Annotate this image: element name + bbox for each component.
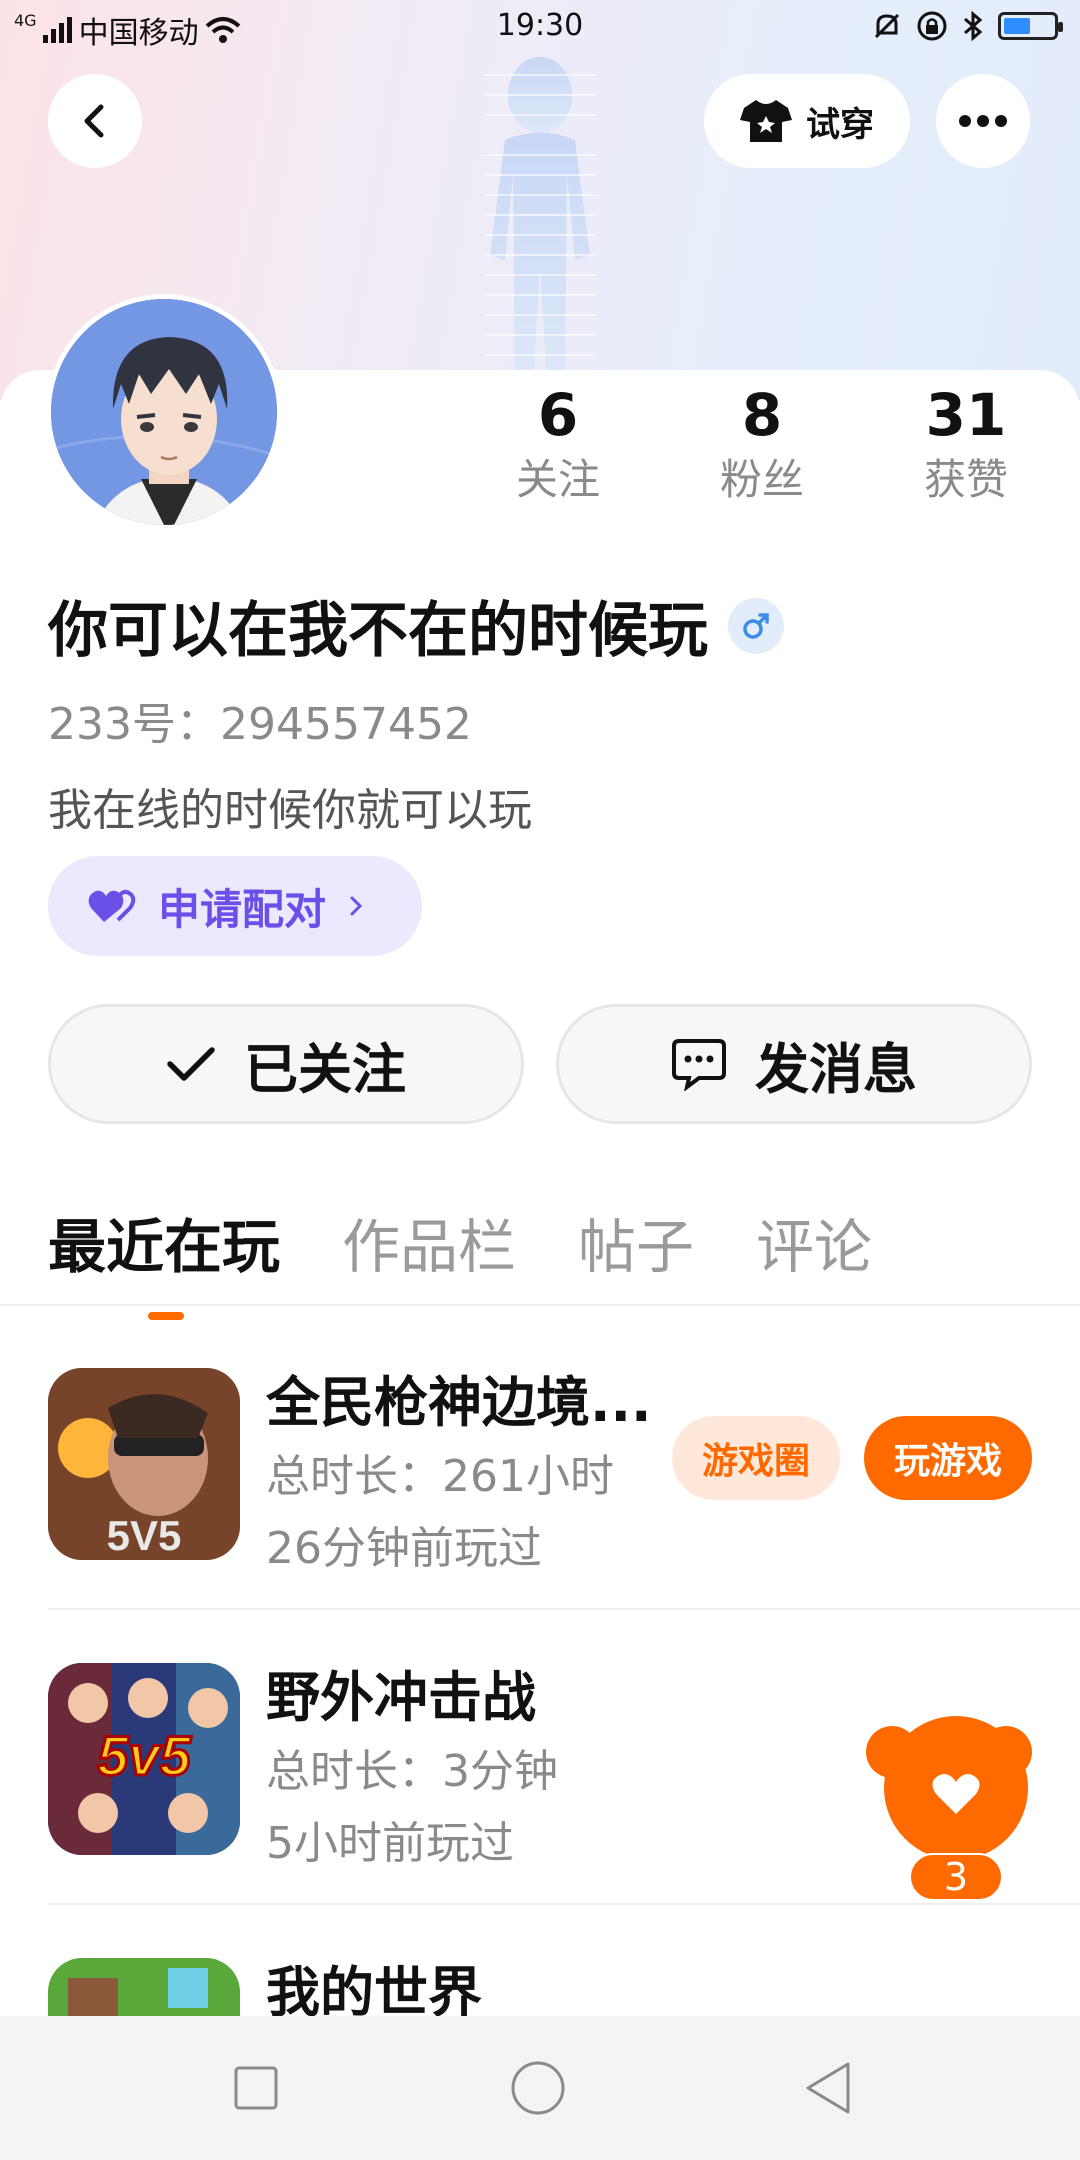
send-message-button[interactable]: 发消息 [556, 1004, 1032, 1124]
profile-tabs: 最近在玩 作品栏 帖子 评论 [48, 1200, 872, 1320]
tab-posts[interactable]: 帖子 [578, 1200, 694, 1284]
following-button[interactable]: 已关注 [48, 1004, 524, 1124]
stat-likes-label: 获赞 [923, 455, 1008, 504]
apply-pair-label: 申请配对 [158, 884, 327, 934]
floating-like-button[interactable]: 3 [864, 1710, 1034, 1901]
avatar-image [51, 299, 277, 525]
divider [48, 1608, 1080, 1610]
game-icon [48, 1958, 240, 2016]
stat-following[interactable]: 6 关注 [478, 380, 638, 510]
back-button[interactable] [48, 74, 142, 168]
like-count: 3 [943, 1855, 969, 1899]
chevron-left-icon [84, 104, 104, 138]
svg-text:5v5: 5v5 [97, 1724, 191, 1787]
battery-level [1004, 18, 1030, 34]
tab-comments[interactable]: 评论 [756, 1200, 872, 1284]
tryon-label: 试穿 [806, 104, 874, 145]
apply-pair-button[interactable]: 申请配对 [48, 856, 422, 956]
list-item[interactable]: 5V5 全民枪神边境... 总时长：261小时 26分钟前玩过 游戏圈 玩游戏 [0, 1368, 1080, 1662]
chat-bubble-icon [672, 1039, 726, 1091]
stat-likes[interactable]: 31 获赞 [886, 380, 1046, 510]
user-id: 233号：294557452 [48, 699, 472, 750]
profile-name: 你可以在我不在的时候玩 [48, 582, 784, 669]
status-right [872, 10, 1063, 42]
stat-followers-value: 8 [741, 381, 783, 449]
stat-following-value: 6 [537, 381, 579, 449]
game-title: 野外冲击战 [266, 1666, 536, 1729]
tab-divider [0, 1304, 1080, 1306]
game-icon: 5v5 [48, 1663, 240, 1855]
divider [48, 1903, 1080, 1905]
stat-followers-label: 粉丝 [719, 455, 804, 504]
recent-apps-icon[interactable] [232, 2064, 280, 2112]
tryon-button[interactable]: 试穿 [704, 74, 910, 168]
status-bar: 4G 中国移动 19:30 [0, 0, 1080, 56]
tshirt-icon [740, 100, 792, 142]
bluetooth-icon [964, 10, 983, 42]
mute-icon [874, 13, 900, 39]
user-bio: 我在线的时候你就可以玩 [48, 785, 532, 836]
battery-icon [998, 12, 1063, 40]
game-title: 全民枪神边境... [266, 1371, 652, 1434]
game-last-played: 26分钟前玩过 [266, 1523, 542, 1574]
tab-recent-play[interactable]: 最近在玩 [48, 1200, 280, 1320]
stat-likes-value: 31 [925, 381, 1007, 449]
stat-followers[interactable]: 8 粉丝 [682, 380, 842, 510]
tab-works[interactable]: 作品栏 [342, 1200, 516, 1284]
game-last-played: 5小时前玩过 [266, 1818, 514, 1869]
male-icon [728, 597, 784, 654]
game-duration: 总时长：261小时 [266, 1451, 614, 1502]
list-item[interactable]: 我的世界 [0, 1958, 1080, 2016]
profile-name-text: 你可以在我不在的时候玩 [48, 596, 708, 666]
avatar[interactable] [46, 294, 282, 530]
game-title: 我的世界 [266, 1961, 482, 2016]
back-nav-icon[interactable] [800, 2060, 856, 2116]
more-button[interactable] [936, 74, 1030, 168]
game-icon: 5V5 [48, 1368, 240, 1560]
home-icon[interactable] [510, 2060, 566, 2116]
play-game-button[interactable]: 玩游戏 [864, 1416, 1032, 1500]
heart-pair-icon [88, 889, 136, 922]
more-dots-icon [959, 115, 1007, 127]
svg-text:5V5: 5V5 [107, 1512, 182, 1559]
stat-following-label: 关注 [515, 455, 600, 504]
game-duration: 总时长：3分钟 [266, 1746, 558, 1797]
rotation-lock-icon [917, 11, 947, 41]
send-message-label: 发消息 [755, 1037, 917, 1101]
system-nav-bar [0, 2016, 1080, 2160]
checkmark-icon [167, 1047, 215, 1081]
game-circle-button[interactable]: 游戏圈 [672, 1416, 840, 1500]
following-label: 已关注 [244, 1037, 406, 1101]
chevron-right-icon [350, 896, 363, 916]
avatar-3d-figure [485, 57, 595, 385]
